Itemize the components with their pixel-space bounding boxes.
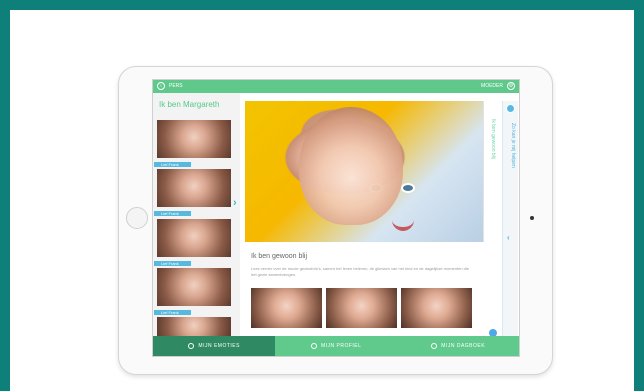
bottom-nav: MIJN EMOTIES MIJN PROFIEL MIJN DAGBOEK: [153, 336, 519, 356]
back-arrow-icon[interactable]: ‹: [157, 82, 165, 90]
sidebar-photo-2[interactable]: [157, 169, 231, 207]
sidebar-label-2: Lief Frank: [154, 211, 191, 216]
hero-photo: [245, 101, 483, 242]
gallery-photo-1[interactable]: [251, 288, 322, 328]
sidebar-photo-5[interactable]: [157, 317, 231, 336]
tab-emotions[interactable]: MIJN EMOTIES: [153, 336, 275, 356]
camera-dot: [530, 216, 534, 220]
tab-diary[interactable]: MIJN DAGBOEK: [397, 336, 519, 356]
chevron-right-icon[interactable]: ›: [233, 197, 237, 209]
content-title: Ik ben gewoon blij: [251, 253, 308, 260]
sidebar-label-4: Lief Frank: [154, 310, 191, 315]
sidebar-photo-4[interactable]: [157, 268, 231, 306]
tab-label-emotions: MIJN EMOTIES: [198, 343, 240, 349]
gallery-photo-2[interactable]: [326, 288, 397, 328]
sidebar-photo-3[interactable]: [157, 219, 231, 257]
content-text: Lees verder over de mooie gezinsfoto's, …: [251, 266, 470, 277]
settings-icon[interactable]: ⚙: [507, 82, 515, 90]
tab-label-profile: MIJN PROFIEL: [320, 343, 362, 349]
top-left-label: PERS: [169, 83, 183, 89]
hero-eyes: [371, 185, 421, 193]
sidebar-label-1: Lief Frank: [154, 162, 191, 167]
top-bar: ‹ PERS MOEDER ⚙: [153, 80, 519, 93]
sidebar-title: Ik ben Margareth: [159, 100, 220, 109]
tab-label-diary: MIJN DAGBOEK: [441, 343, 486, 349]
emotions-icon: [188, 343, 195, 349]
right-label-panel: Ik ben gewoon blij: [483, 101, 496, 242]
tab-profile[interactable]: MIJN PROFIEL: [275, 336, 397, 356]
sidebar-photo-1[interactable]: [157, 120, 231, 158]
diary-icon: [430, 343, 437, 349]
sidebar: Ik ben Margareth Lief Frank Lief Frank L…: [153, 93, 240, 336]
top-right-label: MOEDER: [481, 83, 503, 89]
help-icon[interactable]: [506, 104, 515, 113]
chevron-left-icon[interactable]: ‹: [507, 233, 510, 242]
help-strip: Zo kan je mij helpen ‹: [502, 101, 518, 336]
profile-icon: [310, 343, 317, 349]
app-screen: ‹ PERS MOEDER ⚙ Ik ben Margareth Lief Fr…: [152, 79, 520, 357]
hero-mouth: [392, 219, 414, 231]
home-button[interactable]: [126, 207, 148, 229]
sidebar-label-3: Lief Frank: [154, 261, 191, 266]
help-vertical-text: Zo kan je mij helpen: [510, 123, 516, 168]
gallery-photo-3[interactable]: [401, 288, 472, 328]
right-vertical-text: Ik ben gewoon blij: [490, 119, 496, 160]
